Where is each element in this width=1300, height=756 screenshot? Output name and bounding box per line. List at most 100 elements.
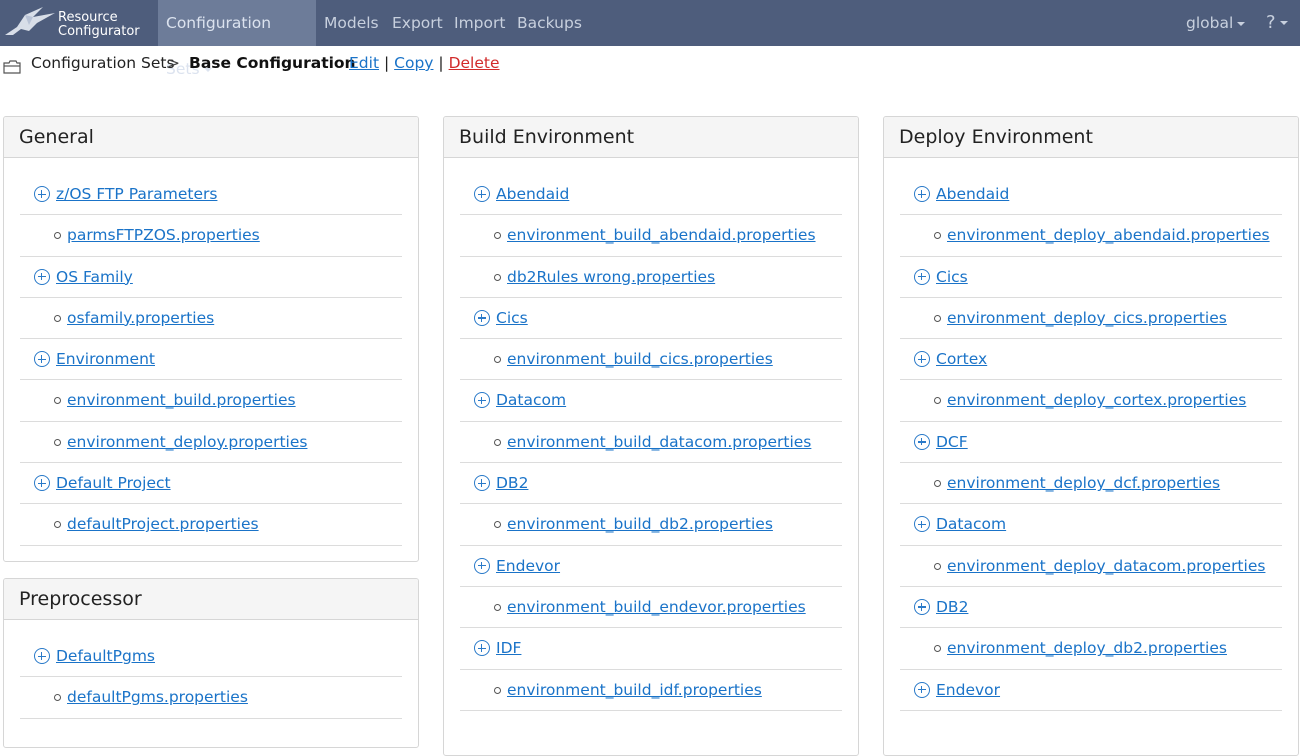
group-link[interactable]: Abendaid — [936, 185, 1009, 203]
group-link[interactable]: DCF — [936, 433, 968, 451]
expand-plus-icon[interactable] — [474, 392, 490, 409]
nav-backups[interactable]: Backups — [509, 0, 590, 46]
group-row: Endevor — [900, 670, 1282, 711]
property-file-link[interactable]: environment_build_abendaid.properties — [507, 226, 816, 244]
expand-plus-icon[interactable] — [914, 598, 930, 615]
property-file-link[interactable]: environment_deploy_abendaid.properties — [947, 226, 1270, 244]
edit-link[interactable]: Edit — [349, 54, 379, 72]
property-file-row: db2Rules wrong.properties — [460, 257, 842, 298]
group-link[interactable]: Cics — [496, 309, 528, 327]
group-link[interactable]: Cics — [936, 268, 968, 286]
expand-plus-icon[interactable] — [914, 681, 930, 698]
property-file-link[interactable]: environment_deploy_dcf.properties — [947, 474, 1220, 492]
delete-link[interactable]: Delete — [449, 54, 500, 72]
brand[interactable]: Resource Configurator — [0, 0, 152, 46]
help-menu[interactable]: ? — [1258, 0, 1296, 46]
bullet-icon — [934, 645, 941, 653]
scope-label: global — [1186, 14, 1234, 32]
property-file-link[interactable]: environment_deploy_db2.properties — [947, 639, 1227, 657]
group-link[interactable]: Datacom — [496, 391, 566, 409]
property-file-link[interactable]: osfamily.properties — [67, 309, 214, 327]
group-link[interactable]: OS Family — [56, 268, 133, 286]
property-file-row: environment_deploy_db2.properties — [900, 628, 1282, 670]
group-link[interactable]: Datacom — [936, 515, 1006, 533]
group-link[interactable]: Endevor — [936, 681, 1000, 699]
nav-export[interactable]: Export — [384, 0, 451, 46]
property-file-row: defaultProject.properties — [20, 504, 402, 546]
group-link[interactable]: DefaultPgms — [56, 647, 155, 665]
property-file-link[interactable]: environment_build_endevor.properties — [507, 598, 806, 616]
expand-plus-icon[interactable] — [474, 640, 490, 657]
bullet-icon — [934, 480, 941, 488]
breadcrumb-root[interactable]: Configuration Sets — [31, 54, 175, 72]
property-file-link[interactable]: environment_build_cics.properties — [507, 350, 773, 368]
panel-list: z/OS FTP Parameters parmsFTPZOS.propertie… — [4, 158, 418, 546]
property-file-link[interactable]: db2Rules wrong.properties — [507, 268, 715, 286]
property-file-row: environment_deploy_cortex.properties — [900, 380, 1282, 422]
expand-plus-icon[interactable] — [474, 557, 490, 574]
bullet-icon — [494, 686, 501, 694]
nav-configuration-sets[interactable]: Configuration Sets — [158, 0, 316, 78]
panel-title: General — [4, 117, 418, 158]
property-file-row: environment_deploy.properties — [20, 422, 402, 464]
folder-icon — [3, 60, 21, 74]
property-file-link[interactable]: environment_deploy_cics.properties — [947, 309, 1227, 327]
nav-models[interactable]: Models — [316, 0, 387, 46]
help-icon: ? — [1266, 12, 1276, 33]
bullet-icon — [54, 232, 61, 240]
expand-plus-icon[interactable] — [914, 433, 930, 450]
group-link[interactable]: Abendaid — [496, 185, 569, 203]
panel-general: General z/OS FTP Parameters parmsFTPZOS.p… — [3, 116, 419, 562]
property-file-link[interactable]: environment_deploy.properties — [67, 433, 307, 451]
bullet-icon — [934, 314, 941, 322]
property-file-link[interactable]: environment_deploy_cortex.properties — [947, 391, 1246, 409]
group-link[interactable]: Environment — [56, 350, 155, 368]
property-file-link[interactable]: defaultPgms.properties — [67, 688, 248, 706]
expand-plus-icon[interactable] — [34, 475, 50, 492]
property-file-link[interactable]: environment_build_db2.properties — [507, 515, 773, 533]
group-link[interactable]: Default Project — [56, 474, 171, 492]
group-link[interactable]: Endevor — [496, 557, 560, 575]
bullet-icon — [934, 397, 941, 405]
panel-build-environment: Build Environment Abendaid environment_bu… — [443, 116, 859, 756]
copy-link[interactable]: Copy — [394, 54, 433, 72]
group-row: Environment — [20, 339, 402, 381]
bullet-icon — [494, 521, 501, 529]
group-link[interactable]: DB2 — [936, 598, 968, 616]
group-row: Cics — [900, 257, 1282, 298]
group-row: Endevor — [460, 546, 842, 587]
expand-plus-icon[interactable] — [914, 516, 930, 533]
expand-plus-icon[interactable] — [34, 351, 50, 368]
expand-plus-icon[interactable] — [34, 648, 50, 664]
nav-import[interactable]: Import — [446, 0, 513, 46]
expand-plus-icon[interactable] — [34, 186, 50, 202]
property-file-link[interactable]: environment_deploy_datacom.properties — [947, 557, 1265, 575]
property-file-link[interactable]: parmsFTPZOS.properties — [67, 226, 260, 244]
panel-list: DefaultPgms defaultPgms.properties — [4, 620, 418, 719]
group-link[interactable]: IDF — [496, 639, 521, 657]
group-link[interactable]: Cortex — [936, 350, 987, 368]
panel-title: Build Environment — [444, 117, 858, 158]
group-row: IDF — [460, 628, 842, 670]
expand-plus-icon[interactable] — [914, 186, 930, 202]
expand-plus-icon[interactable] — [914, 351, 930, 368]
property-file-link[interactable]: environment_build_idf.properties — [507, 681, 762, 699]
expand-plus-icon[interactable] — [34, 268, 50, 285]
property-file-link[interactable]: environment_build_datacom.properties — [507, 433, 811, 451]
group-link[interactable]: DB2 — [496, 474, 528, 492]
scope-dropdown[interactable]: global — [1178, 0, 1253, 46]
property-file-link[interactable]: defaultProject.properties — [67, 515, 259, 533]
property-file-link[interactable]: environment_build.properties — [67, 391, 296, 409]
panel-list: Abendaid environment_deploy_abendaid.prop… — [884, 158, 1298, 711]
expand-plus-icon[interactable] — [474, 186, 490, 202]
breadcrumb-actions: Edit | Copy | Delete — [349, 54, 500, 72]
bullet-icon — [494, 438, 501, 446]
expand-plus-icon[interactable] — [474, 309, 490, 326]
expand-plus-icon[interactable] — [474, 475, 490, 492]
group-link[interactable]: z/OS FTP Parameters — [56, 185, 217, 203]
divider: | — [383, 54, 390, 72]
group-row: Cics — [460, 298, 842, 340]
panel-preprocessor: Preprocessor DefaultPgms defaultPgms.prop… — [3, 578, 419, 748]
expand-plus-icon[interactable] — [914, 268, 930, 285]
bullet-icon — [934, 232, 941, 240]
